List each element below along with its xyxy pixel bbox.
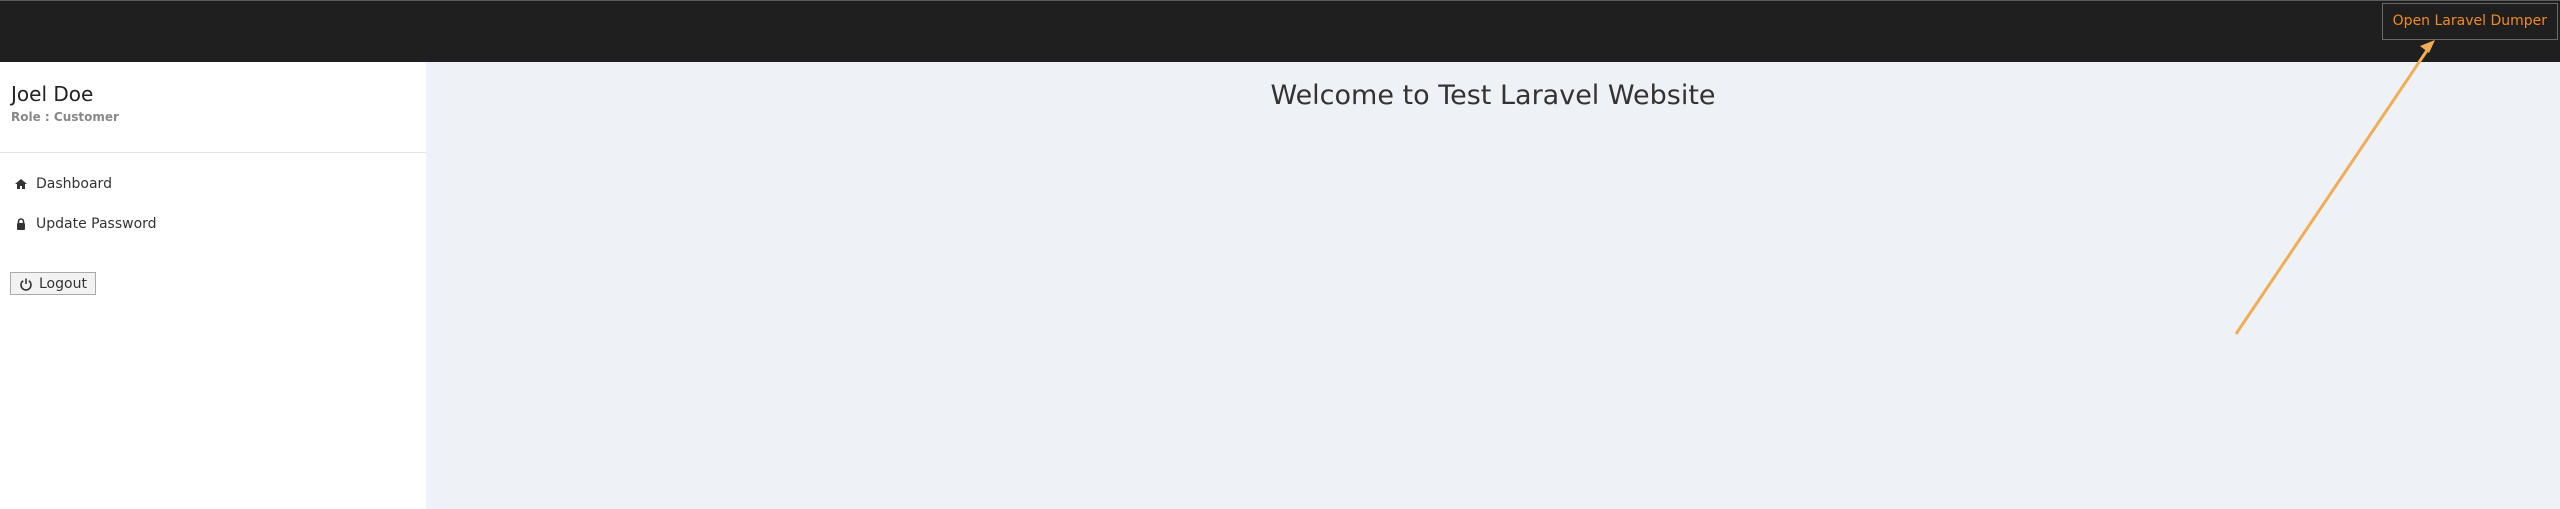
user-info: Joel Doe Role : Customer (11, 82, 119, 124)
home-icon (14, 177, 28, 191)
sidebar-item-label: Update Password (36, 216, 157, 232)
top-bar: Open Laravel Dumper (0, 0, 2560, 62)
user-name: Joel Doe (11, 82, 94, 106)
open-laravel-dumper-button[interactable]: Open Laravel Dumper (2381, 3, 2558, 40)
power-icon (19, 277, 33, 291)
logout-button[interactable]: Logout (10, 272, 96, 295)
lock-icon (14, 217, 28, 231)
sidebar-item-dashboard[interactable]: Dashboard (14, 176, 112, 192)
page: Open Laravel Dumper Joel Doe Role : Cust… (0, 0, 2560, 509)
sidebar-item-label: Dashboard (36, 176, 112, 192)
main-content: Welcome to Test Laravel Website (426, 62, 2560, 509)
page-title: Welcome to Test Laravel Website (1270, 80, 1716, 111)
sidebar-divider (0, 152, 426, 153)
user-role: Role : Customer (11, 110, 119, 124)
sidebar: Joel Doe Role : Customer Dashboard Updat… (0, 62, 426, 509)
sidebar-item-update-password[interactable]: Update Password (14, 216, 157, 232)
logout-label: Logout (39, 275, 87, 292)
